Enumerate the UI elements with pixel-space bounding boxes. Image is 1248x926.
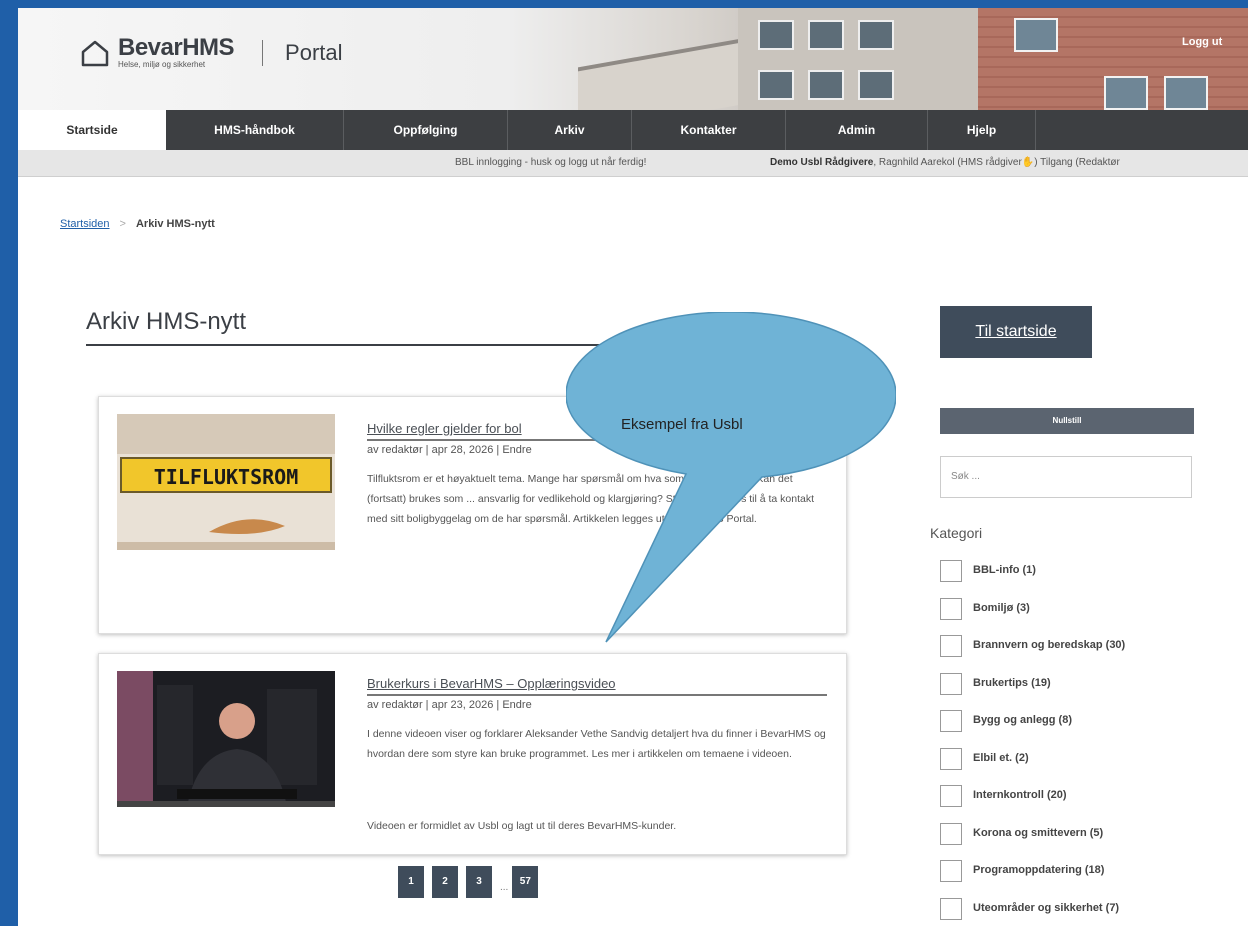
category-item[interactable]: Korona og smittevern (5) — [940, 822, 1125, 861]
main-nav: Startside HMS-håndbok Oppfølging Arkiv K… — [18, 110, 1248, 150]
building-photo — [738, 8, 988, 110]
page-title: Arkiv HMS-nytt — [86, 308, 247, 335]
category-item[interactable]: Internkontroll (20) — [940, 785, 1125, 823]
category-list: BBL-info (1) Bomiljø (3) Brannvern og be… — [940, 560, 1125, 926]
category-checkbox[interactable] — [940, 560, 962, 582]
pagination: 1 2 3 ... 57 — [398, 866, 546, 898]
category-label: BBL-info (1) — [973, 564, 1036, 576]
category-label: Uteområder og sikkerhet (7) — [973, 901, 1120, 914]
category-checkbox[interactable] — [940, 860, 962, 882]
category-item[interactable]: Uteområder og sikkerhet (7) — [940, 897, 1125, 926]
helper-icon: ✋ — [1021, 157, 1035, 168]
user-name: , Ragnhild Aarekol (HMS rådgiver — [873, 157, 1022, 168]
article-meta: av redaktør | apr 28, 2026 | Endre — [367, 444, 532, 456]
category-item[interactable]: Brannvern og beredskap (30) — [940, 635, 1125, 673]
article-title-underline — [367, 694, 827, 696]
logout-link[interactable]: Logg ut — [1182, 36, 1222, 48]
article-meta: av redaktør | apr 23, 2026 | Endre — [367, 699, 532, 711]
building-photo — [978, 8, 1248, 110]
login-info-bar: BBL innlogging - husk og logg ut når fer… — [18, 150, 1248, 177]
category-label: Brannvern og beredskap (30) — [973, 639, 1126, 651]
category-item[interactable]: Elbil et. (2) — [940, 747, 1125, 786]
category-checkbox[interactable] — [940, 785, 962, 807]
nav-hms-handbok[interactable]: HMS-håndbok — [166, 110, 344, 150]
logo[interactable]: BevarHMS Helse, miljø og sikkerhet Porta… — [80, 36, 343, 70]
category-checkbox[interactable] — [940, 747, 962, 770]
category-label: Brukertips (19) — [973, 676, 1051, 689]
article-excerpt: I denne videoen viser og forklarer Aleks… — [367, 728, 826, 760]
article-title-link[interactable]: Brukerkurs i BevarHMS – Opplæringsvideo — [367, 676, 616, 691]
header-banner: BevarHMS Helse, miljø og sikkerhet Porta… — [18, 8, 1248, 110]
search-input[interactable]: Søk ... — [940, 456, 1192, 498]
category-checkbox[interactable] — [940, 635, 962, 657]
breadcrumb-separator: > — [119, 218, 126, 230]
brand-tagline: Helse, miljø og sikkerhet — [118, 60, 206, 69]
article-title-link[interactable]: Hvilke regler gjelder for bol — [367, 421, 522, 436]
page-button[interactable]: 57 — [512, 866, 539, 898]
category-label: Korona og smittevern (5) — [973, 826, 1104, 839]
page-button[interactable]: 1 — [398, 866, 424, 898]
page-button[interactable]: 3 — [466, 866, 492, 898]
callout-bubble — [566, 312, 896, 643]
article-card: Brukerkurs i BevarHMS – Opplæringsvideo … — [98, 653, 847, 855]
portal-label: Portal — [285, 40, 343, 65]
category-item[interactable]: Bomiljø (3) — [940, 597, 1125, 636]
breadcrumb-home-link[interactable]: Startsiden — [60, 218, 110, 230]
article-excerpt-note: Videoen er formidlet av Usbl og lagt ut … — [367, 820, 677, 832]
reset-button[interactable]: Nullstill — [940, 408, 1194, 434]
pagination-ellipsis: ... — [500, 882, 509, 893]
browser-page: BevarHMS Helse, miljø og sikkerhet Porta… — [18, 8, 1248, 926]
nav-kontakter[interactable]: Kontakter — [632, 110, 786, 150]
video-thumbnail-image[interactable] — [117, 671, 335, 807]
category-checkbox[interactable] — [940, 672, 962, 695]
category-item[interactable]: Programoppdatering (18) — [940, 860, 1125, 898]
category-checkbox[interactable] — [940, 897, 962, 920]
organization-name: Demo Usbl Rådgivere — [770, 157, 874, 168]
logo-divider — [262, 40, 264, 66]
category-item[interactable]: Brukertips (19) — [940, 672, 1125, 711]
category-item[interactable]: Bygg og anlegg (8) — [940, 710, 1125, 748]
nav-startside[interactable]: Startside — [18, 110, 166, 150]
category-item[interactable]: BBL-info (1) — [940, 560, 1125, 598]
nav-arkiv[interactable]: Arkiv — [508, 110, 632, 150]
house-icon — [81, 40, 109, 67]
logout-reminder: BBL innlogging - husk og logg ut når fer… — [455, 157, 647, 168]
access-level: ) Tilgang (Redaktør — [1034, 157, 1120, 168]
category-label: Bygg og anlegg (8) — [973, 714, 1072, 726]
brand-name: BevarHMS — [118, 34, 235, 61]
breadcrumb-current: Arkiv HMS-nytt — [135, 218, 215, 230]
user-info: Demo Usbl Rådgivere, Ragnhild Aarekol (H… — [770, 150, 1120, 176]
callout-text: Eksempel fra Usbl — [621, 416, 743, 433]
nav-admin[interactable]: Admin — [786, 110, 928, 150]
category-checkbox[interactable] — [940, 597, 962, 620]
category-checkbox[interactable] — [940, 822, 962, 845]
category-label: Internkontroll (20) — [973, 789, 1067, 801]
nav-hjelp[interactable]: Hjelp — [928, 110, 1036, 150]
category-heading: Kategori — [930, 525, 983, 541]
page-button[interactable]: 2 — [432, 866, 458, 898]
category-label: Programoppdatering (18) — [973, 864, 1105, 876]
to-start-button[interactable]: Til startside — [940, 306, 1092, 358]
breadcrumb: Startsiden > Arkiv HMS-nytt — [60, 218, 215, 230]
nav-oppfolging[interactable]: Oppfølging — [344, 110, 508, 150]
shelter-sign-image[interactable]: TILFLUKTSROM — [117, 414, 335, 550]
category-label: Bomiljø (3) — [973, 601, 1030, 614]
shelter-sign-text: TILFLUKTSROM — [154, 465, 299, 489]
category-label: Elbil et. (2) — [973, 751, 1029, 764]
category-checkbox[interactable] — [940, 710, 962, 732]
